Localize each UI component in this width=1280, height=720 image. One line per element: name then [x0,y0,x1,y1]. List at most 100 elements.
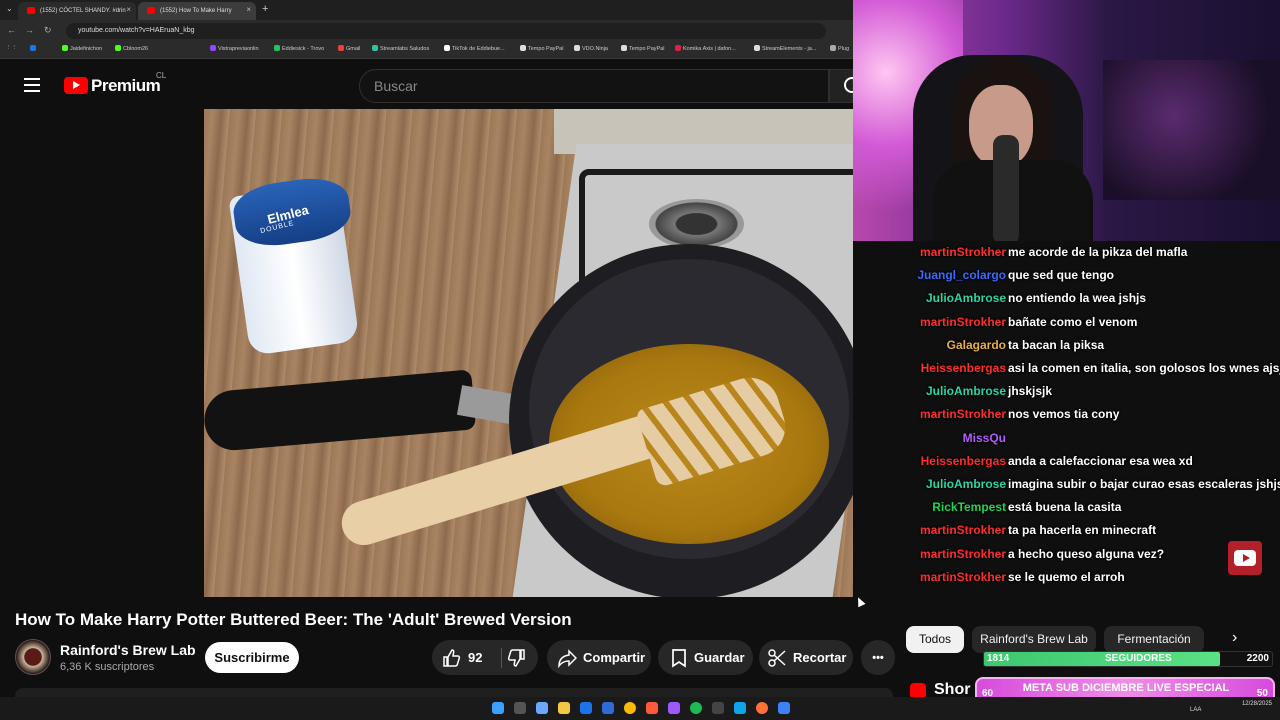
video-player[interactable]: Elmlea DOUBLE [204,109,853,597]
chat-message: RickTempest está buena la casita [870,500,1278,520]
bookmark-icon [672,648,686,668]
bookmark-item[interactable]: Tempo PayPal [621,45,664,52]
close-tab-icon[interactable]: × [246,5,251,14]
chat-text: jhskjsjk [1008,384,1053,399]
video-title: How To Make Harry Potter Buttered Beer: … [15,610,572,629]
app-icon[interactable] [602,702,614,714]
followers-goal-bar: 1814 SEGUIDORES 2200 [983,651,1273,667]
chip-todos[interactable]: Todos [906,626,964,653]
file-explorer-icon[interactable] [558,702,570,714]
stream-chat-overlay: martinStrokher me acorde de la pikza del … [870,245,1280,595]
address-bar-row: ← → ↻ youtube.com/watch?v=HAEruaN_kbg [0,20,853,42]
chat-username: martinStrokher [919,546,1006,561]
followers-label: SEGUIDORES [1105,653,1172,664]
chat-message: JulioAmbrose imagina subir o bajar curao … [870,477,1280,497]
chip-channel[interactable]: Rainford's Brew Lab [972,626,1096,653]
app-icon[interactable] [778,702,790,714]
bookmark-item[interactable]: TikTok de Eddiebue... [444,45,505,52]
chat-text: nos vemos tia cony [1008,407,1120,422]
bookmark-item[interactable]: Eddiesick - Trovo [274,45,324,52]
like-separator [501,648,502,668]
like-count: 92 [468,650,483,665]
bookmark-item[interactable]: Cbloom26 [115,45,148,52]
language-indicator[interactable]: LAA [1190,707,1201,713]
app-icon[interactable] [668,702,680,714]
channel-avatar[interactable] [15,639,51,675]
apps-icon[interactable]: ⋮⋮ [6,45,17,51]
bookmark-folder[interactable]: Plug [830,45,849,52]
clip-button[interactable]: Recortar [759,640,853,675]
chat-text: me acorde de la pikza del mafla [1008,245,1188,259]
bookmark-item[interactable]: StreamElements - ja... [754,45,816,52]
bookmark-item[interactable]: Tempo PayPal [520,45,563,52]
youtube-logo-icon[interactable] [64,77,88,94]
chat-text: asi la comen en italia, son golosos los … [1008,361,1280,375]
background-shelf [1103,60,1280,200]
chat-message: martinStrokher nos vemos tia cony [870,407,1278,427]
sub-goal-title: META SUB DICIEMBRE LIVE ESPECIAL [1022,682,1230,694]
chip-fermentacion[interactable]: Fermentación [1104,626,1204,653]
chat-message: martinStrokher a hecho queso alguna vez? [870,547,1278,567]
app-icon[interactable] [734,702,746,714]
chat-message: Heissenbergas asi la comen en italia, son… [870,361,1280,381]
more-icon: ••• [872,651,884,664]
reload-icon[interactable]: ↻ [44,25,52,36]
chat-text: ta pa hacerla en minecraft [1008,523,1157,538]
system-clock[interactable]: 12/28/2025 [1242,700,1272,708]
dislike-button[interactable] [506,648,532,671]
close-tab-icon[interactable]: × [126,5,131,14]
browser-tab-2-active[interactable]: (1552) How To Make Harry × [138,2,256,20]
bookmark-item[interactable]: VDO.Ninja [574,45,608,52]
firefox-icon[interactable] [756,702,768,714]
scissors-icon [768,648,786,667]
start-icon[interactable] [492,702,504,714]
new-tab-icon[interactable]: + [262,3,268,15]
bookmark-item[interactable]: Gmail [338,45,360,52]
followers-fill [984,652,1221,666]
subscribe-button[interactable]: Suscribirme [205,642,299,673]
chevron-right-icon[interactable]: › [1232,629,1237,647]
forward-icon[interactable]: → [25,25,34,35]
spotify-icon[interactable] [690,702,702,714]
tab-list-icon[interactable]: ⌄ [6,4,13,13]
more-actions-button[interactable]: ••• [861,640,895,675]
bookmark-item[interactable]: Jaidefinichon [62,45,102,52]
browser-tab-1[interactable]: (1552) CÓCTEL SHANDY. #drin × [18,2,136,20]
search-input[interactable]: Buscar [359,69,829,103]
bookmark-item[interactable]: Streamlabs Saludos [372,45,429,52]
chat-username: martinStrokher [919,245,1006,259]
tab-title: (1552) How To Make Harry [160,8,232,14]
like-dislike-group: 92 [432,640,538,675]
menu-icon[interactable] [24,78,40,92]
premium-wordmark[interactable]: Premium [91,76,161,96]
streamer-webcam [853,0,1280,241]
mail-icon[interactable] [580,702,592,714]
chat-username: martinStrokher [919,523,1006,538]
like-button[interactable]: 92 [442,648,482,668]
search-placeholder: Buscar [374,78,418,94]
copilot-icon[interactable] [536,702,548,714]
task-view-icon[interactable] [514,702,526,714]
save-button[interactable]: Guardar [658,640,753,675]
microphone [993,135,1019,241]
app-icon[interactable] [646,702,658,714]
channel-name[interactable]: Rainford's Brew Lab [60,642,196,658]
chat-text: a hecho queso alguna vez? [1008,546,1165,561]
bookmark-item[interactable]: Vistrapreviaonlin [210,45,259,52]
search-icon [844,77,860,93]
chat-username: martinStrokher [919,314,1006,329]
chat-text: anda a calefaccionar esa wea xd [1008,453,1193,468]
chrome-icon[interactable] [624,702,636,714]
chat-text: está buena la casita [1008,500,1122,515]
chat-text: ta bacan la piksa [1008,337,1105,352]
bookmarks-bar: ⋮⋮ Jaidefinichon Cbloom26 Vistrapreviaon… [0,42,853,59]
obs-icon[interactable] [712,702,724,714]
chat-text: que sed que tengo [1008,268,1115,283]
youtube-header: Premium CL Buscar [0,59,860,111]
url-field[interactable]: youtube.com/watch?v=HAEruaN_kbg [66,23,826,39]
bookmark-item[interactable]: Komika Axis | dafon... [675,45,736,52]
facebook-icon[interactable] [30,45,38,52]
share-button[interactable]: Compartir [547,640,651,675]
back-icon[interactable]: ← [7,25,16,35]
search-button[interactable] [829,69,860,103]
